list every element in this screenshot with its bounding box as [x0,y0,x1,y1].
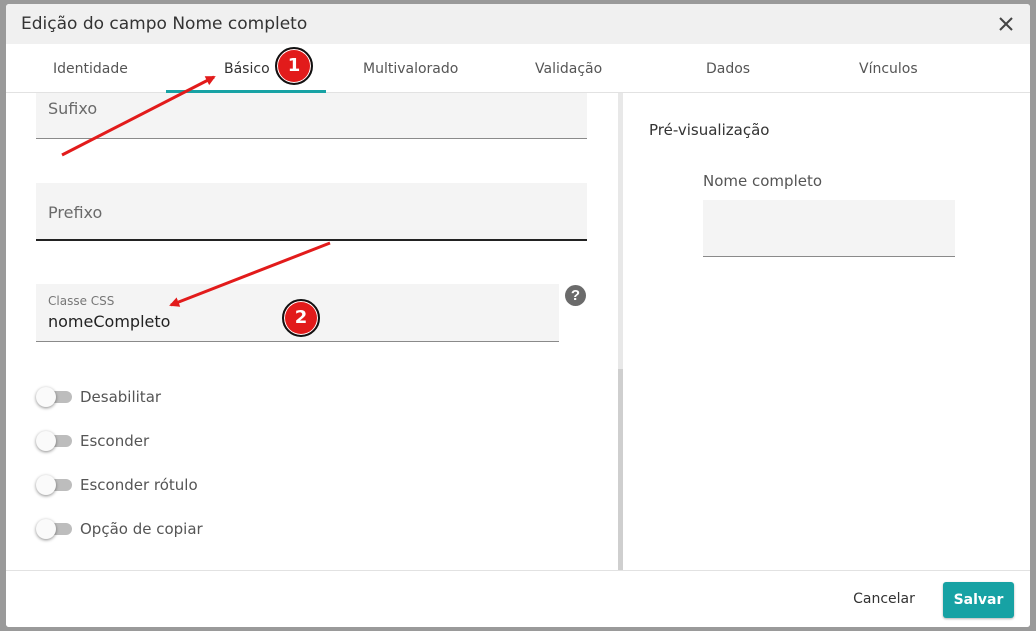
preview-title: Pré-visualização [649,121,770,139]
sufixo-field[interactable]: Sufixo [36,93,587,139]
classe-css-value: nomeCompleto [48,312,171,331]
tab-dados[interactable]: Dados [706,61,750,77]
tab-multivalorado[interactable]: Multivalorado [363,61,458,77]
tab-bar: Identidade Básico Multivalorado Validaçã… [6,44,1030,93]
toggle-knob [36,519,56,539]
tab-identidade[interactable]: Identidade [53,61,128,77]
dialog-header: Edição do campo Nome completo [6,4,1030,44]
preview-field-label: Nome completo [703,172,823,190]
tab-basico[interactable]: Básico [224,61,270,77]
scrollbar-thumb[interactable] [618,369,623,570]
toggle-label: Esconder [80,432,150,450]
field-edit-dialog: Edição do campo Nome completo Identidade… [6,4,1030,627]
preview-field-input[interactable] [703,200,955,257]
save-button[interactable]: Salvar [943,582,1014,618]
classe-css-label: Classe CSS [48,294,115,308]
cancel-button[interactable]: Cancelar [842,586,926,612]
dialog-title: Edição do campo Nome completo [21,14,308,34]
prefixo-label: Prefixo [48,203,103,222]
toggle-knob [36,431,56,451]
tab-validacao[interactable]: Validação [535,61,602,77]
annotation-badge-1: 1 [275,47,313,85]
prefixo-field[interactable]: Prefixo [36,183,587,241]
toggle-knob [36,475,56,495]
annotation-badge-2: 2 [282,299,320,337]
toggle-label: Desabilitar [80,388,162,406]
help-icon[interactable]: ? [565,285,586,306]
toggle-label: Opção de copiar [80,520,203,538]
toggle-knob [36,387,56,407]
sufixo-label: Sufixo [48,99,98,118]
close-icon[interactable] [996,14,1016,34]
tab-vinculos[interactable]: Vínculos [859,61,918,77]
dialog-footer: Cancelar Salvar [6,570,1030,627]
toggle-label: Esconder rótulo [80,476,198,494]
